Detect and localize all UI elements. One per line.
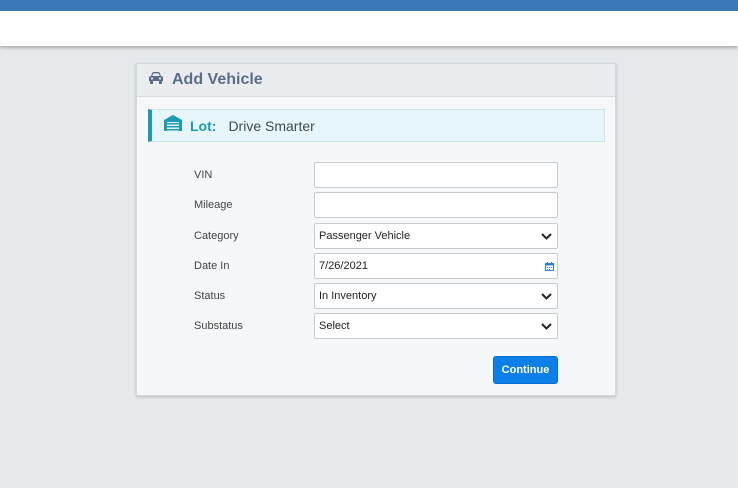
category-row: Category Passenger Vehicle [137,223,617,249]
calendar-icon[interactable] [541,254,557,278]
substatus-select[interactable]: Select [314,313,558,339]
chevron-down-icon [541,291,552,304]
continue-button[interactable]: Continue [493,356,558,384]
status-value: In Inventory [319,290,377,302]
substatus-value: Select [319,320,350,332]
add-vehicle-card: Add Vehicle Lot: Drive Smarter VIN Milea… [136,63,616,396]
status-label: Status [194,290,226,302]
top-nav-bar [0,0,738,11]
lot-info-box: Lot: Drive Smarter [148,109,605,142]
mileage-input[interactable] [314,192,558,218]
status-row: Status In Inventory [137,283,617,309]
chevron-down-icon [541,231,552,244]
date-in-value: 7/26/2021 [319,260,368,272]
category-select[interactable]: Passenger Vehicle [314,223,558,249]
lot-label: Lot: [190,117,217,134]
car-icon [148,71,164,90]
date-in-row: Date In 7/26/2021 [137,253,617,279]
chevron-down-icon [541,321,552,334]
category-label: Category [194,230,239,242]
sub-header-bar [0,11,738,46]
mileage-label: Mileage [194,199,233,211]
date-in-input[interactable]: 7/26/2021 [314,253,558,279]
warehouse-icon [164,115,182,136]
card-header: Add Vehicle [137,64,615,97]
mileage-row: Mileage [137,192,617,218]
vin-label: VIN [194,169,213,181]
vin-input[interactable] [314,162,558,188]
card-title: Add Vehicle [172,71,263,88]
substatus-row: Substatus Select [137,313,617,339]
lot-value: Drive Smarter [228,117,315,134]
vin-row: VIN [137,162,617,188]
category-value: Passenger Vehicle [319,230,411,242]
status-select[interactable]: In Inventory [314,283,558,309]
substatus-label: Substatus [194,320,243,332]
date-in-label: Date In [194,260,230,272]
